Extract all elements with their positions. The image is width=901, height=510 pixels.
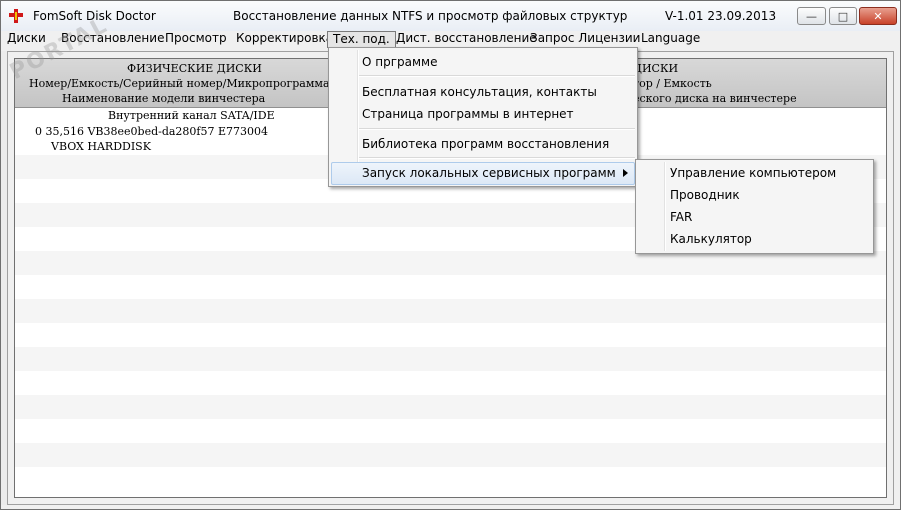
local-services-submenu: Управление компьютером Проводник FAR Кал… (635, 159, 874, 254)
list-row (15, 443, 886, 467)
menu-item-free-consultation[interactable]: Бесплатная консультация, контакты (362, 85, 597, 99)
menu-separator (359, 75, 635, 77)
list-row (15, 395, 886, 419)
disk-model[interactable]: VBOX HARDDISK (51, 140, 151, 153)
menu-item-program-website[interactable]: Страница программы в интернет (362, 107, 574, 121)
menu-item-about[interactable]: О прграмме (362, 55, 438, 69)
main-window: FomSoft Disk Doctor Восстановление данны… (0, 0, 901, 510)
menu-separator (359, 128, 635, 130)
tech-support-dropdown: О прграмме Бесплатная консультация, конт… (328, 47, 638, 187)
logical-disks-title: ДИСКИ (633, 62, 679, 75)
menu-correction[interactable]: Корректировка (236, 31, 333, 48)
menu-view[interactable]: Просмотр (165, 31, 227, 48)
menu-language[interactable]: Language (641, 31, 700, 48)
minimize-icon: — (806, 9, 817, 23)
submenu-item-explorer[interactable]: Проводник (670, 188, 740, 202)
version-label: V-1.01 23.09.2013 (665, 9, 777, 23)
menu-tech-support[interactable]: Тех. под. (327, 31, 396, 48)
disk-row[interactable]: 0 35,516 VB38ee0bed-da280f57 E773004 (35, 125, 268, 138)
physical-disks-title: ФИЗИЧЕСКИЕ ДИСКИ (127, 62, 262, 75)
menu-item-run-local-services[interactable]: Запуск локальных сервисных программ (362, 166, 616, 180)
submenu-item-calculator[interactable]: Калькулятор (670, 232, 752, 246)
title-bar: FomSoft Disk Doctor Восстановление данны… (1, 1, 900, 31)
maximize-button[interactable]: □ (829, 7, 857, 25)
app-cross-icon (9, 9, 23, 23)
menu-bar: Диски Восстановление Просмотр Корректиро… (1, 31, 900, 48)
close-button[interactable]: ✕ (859, 7, 897, 25)
menu-separator (359, 157, 635, 159)
list-row (15, 347, 886, 371)
close-icon: ✕ (873, 9, 883, 23)
maximize-icon: □ (837, 9, 849, 23)
menu-license-request[interactable]: Запрос Лицензии (530, 31, 640, 48)
submenu-gutter (664, 162, 666, 251)
window-title: Восстановление данных NTFS и просмотр фа… (233, 9, 628, 23)
submenu-item-far[interactable]: FAR (670, 210, 692, 224)
logical-disks-col2: еского диска на винчестере (633, 92, 797, 105)
submenu-arrow-icon (623, 169, 628, 177)
physical-disks-col2: Наименование модели винчестера (62, 92, 266, 105)
minimize-button[interactable]: — (797, 7, 826, 25)
list-row (15, 251, 886, 275)
submenu-item-computer-management[interactable]: Управление компьютером (670, 166, 836, 180)
logical-disks-col1: тор / Емкость (633, 77, 712, 90)
menu-remote-recovery[interactable]: Дист. восстановление (396, 31, 537, 48)
physical-disks-col1: Номер/Емкость/Серийный номер/Микропрогра… (29, 77, 330, 90)
channel-label: Внутренний канал SATA/IDE (108, 109, 275, 122)
list-row (15, 299, 886, 323)
menu-item-recovery-library[interactable]: Библиотека программ восстановления (362, 137, 609, 151)
